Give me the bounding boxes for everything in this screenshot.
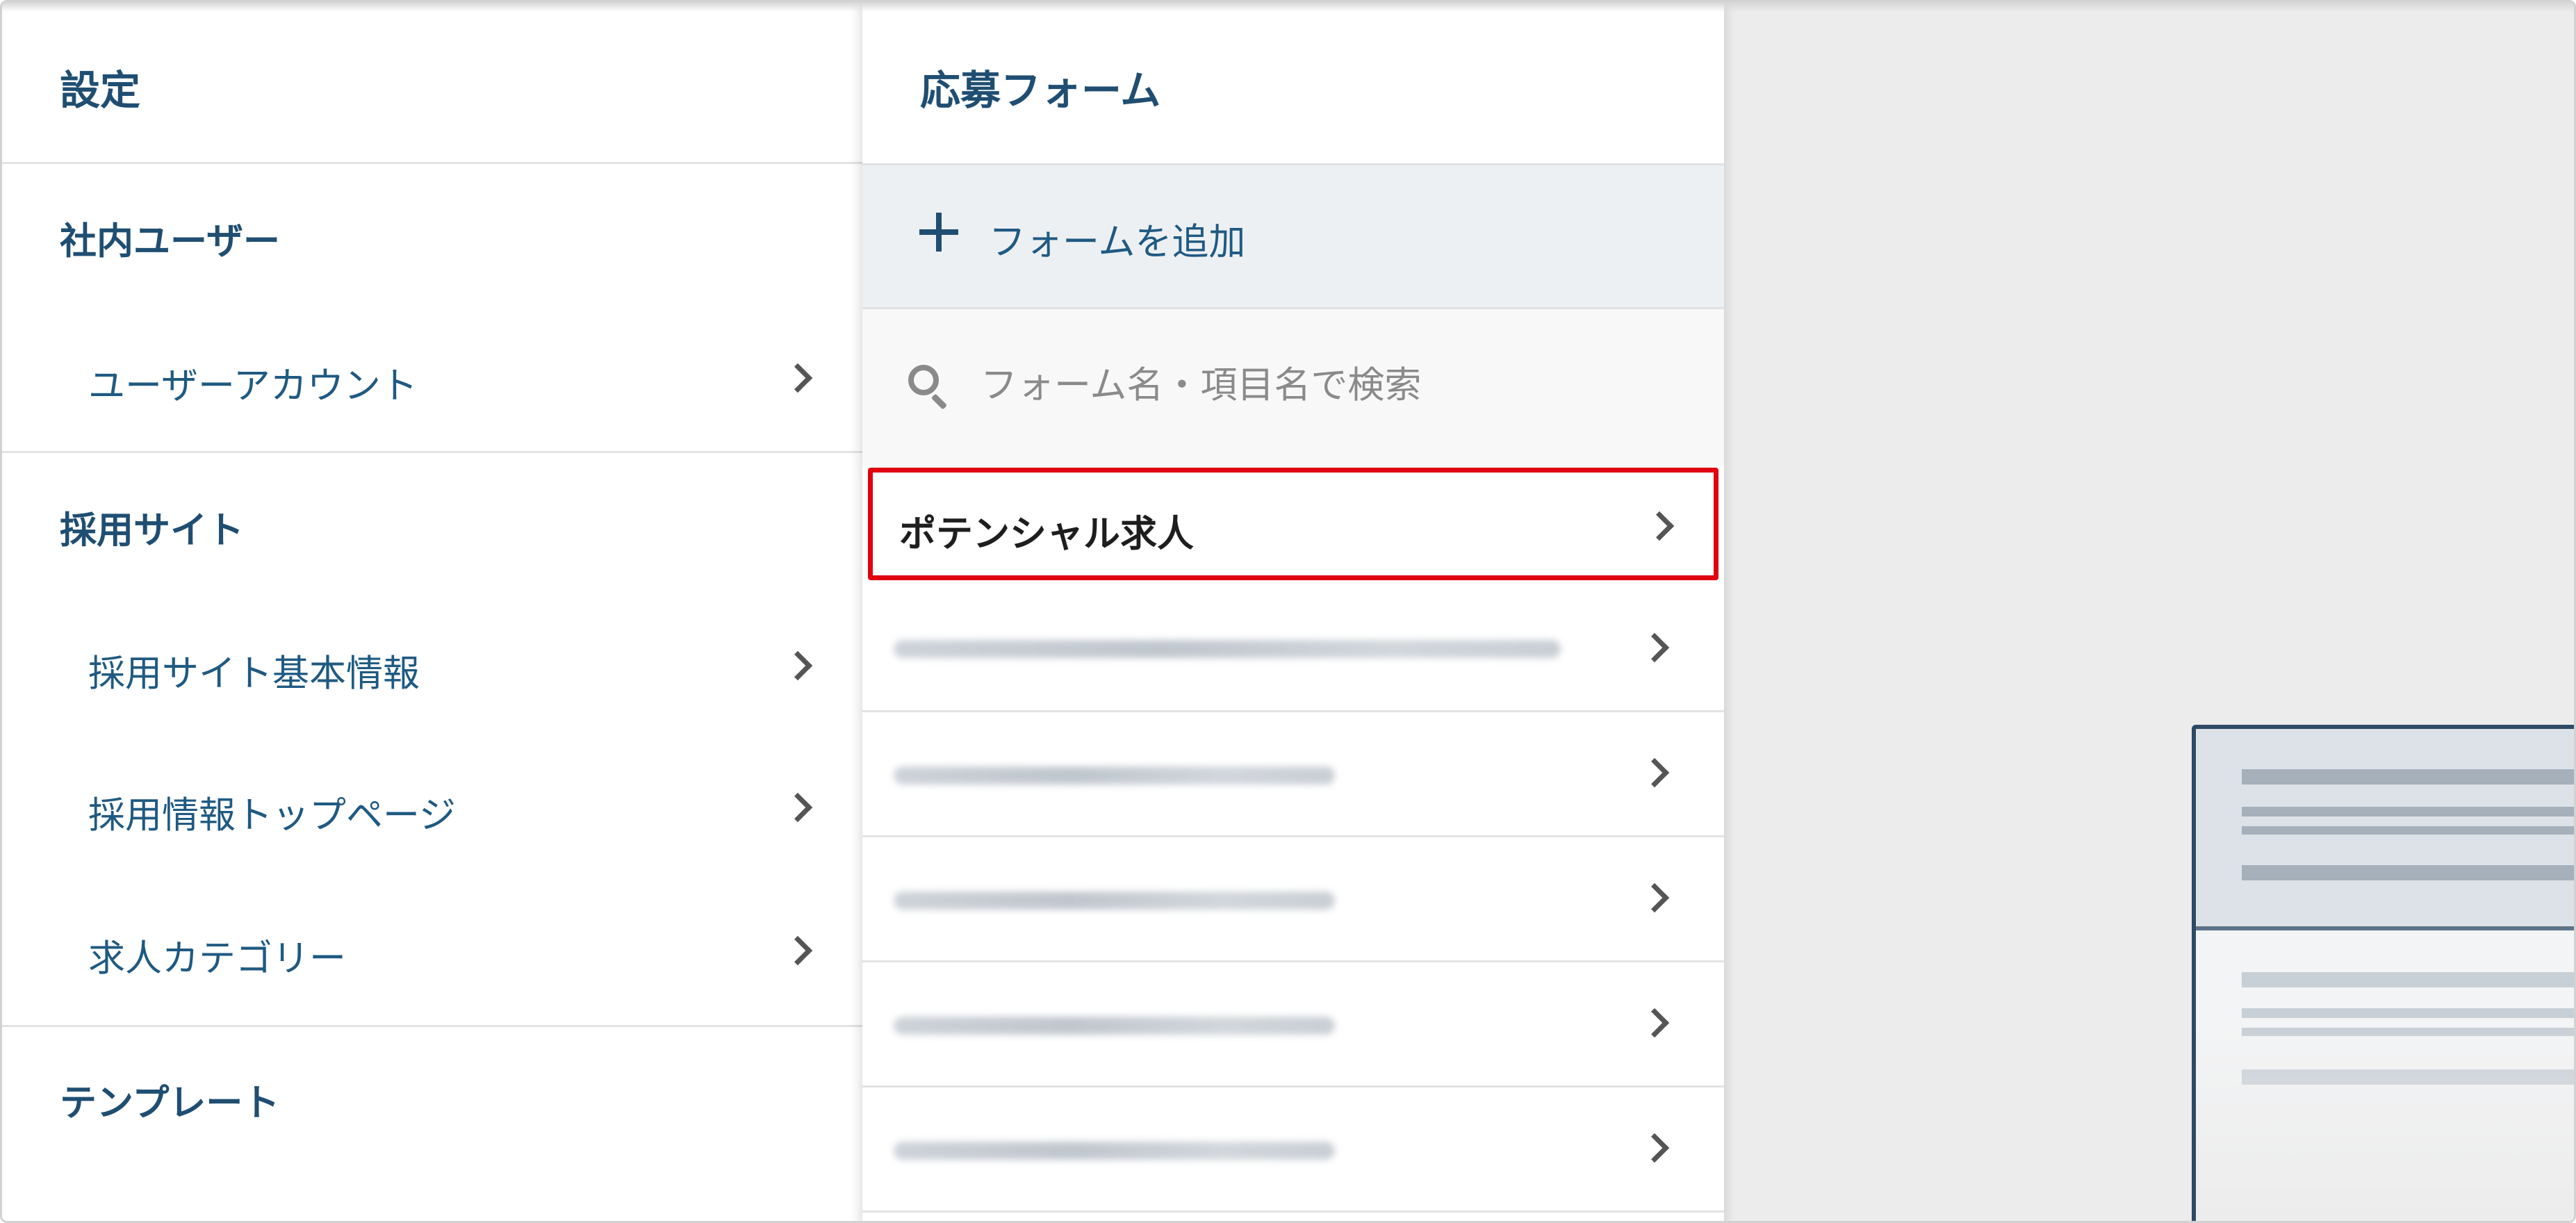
chevron-right-icon [1639,632,1670,663]
form-item[interactable] [862,1087,1724,1213]
chevron-right-icon [782,650,813,681]
form-panel-title: 応募フォーム [920,67,1161,114]
blurred-form-name [894,640,1561,658]
form-panel: 応募フォーム フォームを追加 ポテンシャル求人 [862,2,1724,1221]
blurred-form-name [894,766,1335,785]
form-item-name: ポテンシャル求人 [899,513,1194,555]
menu-item-label: ユーザーアカウント [88,365,418,407]
menu-item-label: 求人カテゴリー [88,937,346,980]
section-template: テンプレート [60,1082,280,1124]
menu-item-recruit-site-basic[interactable]: 採用サイト基本情報 [2,612,862,716]
plus-icon [919,213,958,252]
form-item[interactable] [862,962,1724,1087]
menu-item-job-category[interactable]: 求人カテゴリー [2,897,862,1001]
section-recruit-site: 採用サイト [60,509,244,552]
add-form-label: フォームを追加 [989,221,1246,263]
blurred-form-name [894,1017,1335,1035]
settings-panel: 設定 社内ユーザー ユーザーアカウント 採用サイト 採用サイト基本情報 採用情報… [2,2,862,1221]
top-shadow [2,2,2574,12]
chevron-right-icon [1639,883,1670,913]
app-window: 設定 社内ユーザー ユーザーアカウント 採用サイト 採用サイト基本情報 採用情報… [0,0,2576,1223]
preview-area [1724,2,2574,1221]
search-input[interactable] [981,354,1675,416]
form-preview-thumbnail [2192,725,2574,1221]
menu-item-label: 採用サイト基本情報 [88,652,420,695]
chevron-right-icon [1644,511,1675,541]
blurred-form-name [894,1142,1335,1160]
menu-item-label: 採用情報トップページ [88,794,456,837]
form-item[interactable] [862,712,1724,837]
chevron-right-icon [782,792,813,823]
form-item-potential-job[interactable]: ポテンシャル求人 [868,468,1718,580]
chevron-right-icon [1639,757,1670,788]
chevron-right-icon [1639,1133,1670,1163]
divider [2,162,862,164]
add-form-button[interactable]: フォームを追加 [862,163,1724,309]
form-item[interactable] [862,587,1724,712]
divider [2,1025,862,1027]
search-bar [862,309,1724,466]
chevron-right-icon [782,935,813,966]
section-internal-users: 社内ユーザー [60,220,280,263]
form-item[interactable] [862,837,1724,962]
chevron-right-icon [1639,1008,1670,1038]
chevron-right-icon [782,363,813,393]
preview-header [2196,729,2574,930]
menu-item-user-account[interactable]: ユーザーアカウント [2,325,862,429]
blurred-form-name [894,892,1335,910]
search-icon [908,365,950,410]
menu-item-recruit-top-page[interactable]: 採用情報トップページ [2,754,862,858]
divider [2,451,862,453]
settings-title: 設定 [60,67,141,114]
